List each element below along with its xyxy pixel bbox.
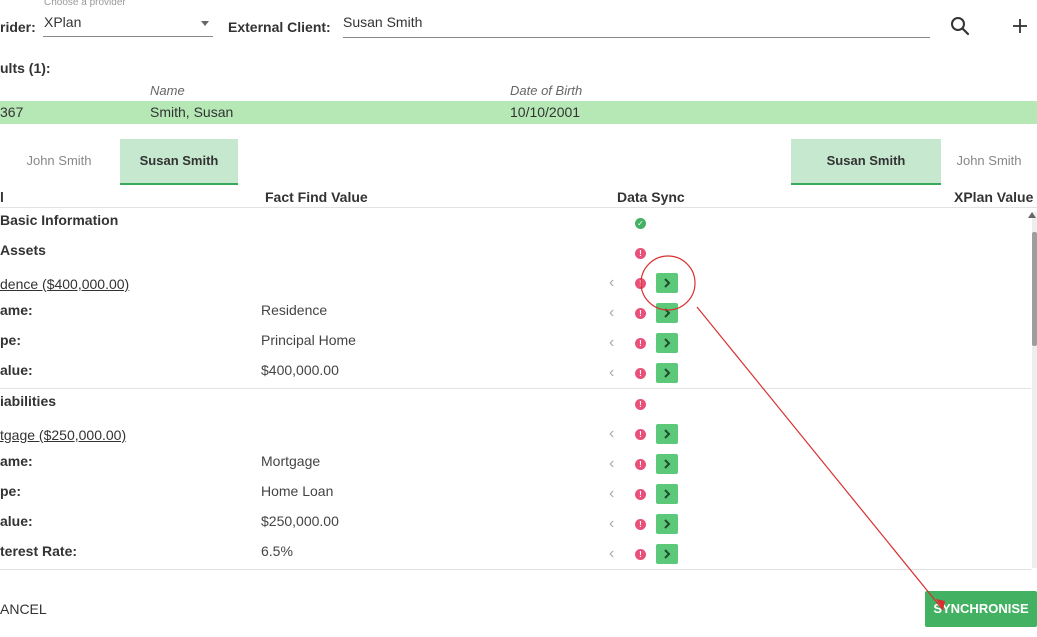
results-title: ults (1): — [0, 60, 51, 76]
sync-right-button[interactable] — [656, 273, 678, 293]
sync-right-button[interactable] — [656, 333, 678, 353]
chevron-down-icon — [201, 21, 209, 26]
external-client-label: External Client: — [228, 19, 331, 35]
status-ok-icon: ✓ — [635, 218, 646, 229]
synchronise-button[interactable]: SYNCHRONISE — [925, 591, 1037, 627]
results-col-name: Name — [150, 83, 185, 98]
field-label-name: ame: — [0, 302, 33, 318]
section-divider — [0, 388, 1031, 389]
chevron-left-icon[interactable]: ‹ — [609, 516, 614, 532]
provider-value: XPlan — [44, 14, 82, 30]
chevron-left-icon[interactable]: ‹ — [609, 426, 614, 442]
col-fact-find-value: Fact Find Value — [265, 189, 368, 205]
sync-right-button[interactable] — [656, 363, 678, 383]
field-value-name: Mortgage — [261, 453, 321, 469]
scrollbar-thumb[interactable] — [1032, 232, 1037, 346]
table-header-divider — [0, 207, 1037, 208]
status-error-icon: ! — [635, 248, 646, 259]
section-basic-information: Basic Information — [0, 212, 119, 228]
chevron-left-icon[interactable]: ‹ — [609, 546, 614, 562]
asset-link-residence[interactable]: dence ($400,000.00) — [0, 276, 129, 292]
tab-right-susan-smith[interactable]: Susan Smith — [791, 139, 941, 185]
tab-right-john-smith[interactable]: John Smith — [941, 139, 1037, 183]
status-error-icon: ! — [635, 278, 646, 289]
sync-right-button[interactable] — [656, 424, 678, 444]
col-xplan-value: XPlan Value — [954, 189, 1034, 205]
field-label-value: alue: — [0, 513, 33, 529]
results-col-dob: Date of Birth — [510, 83, 583, 98]
field-value-type: Principal Home — [261, 332, 356, 348]
chevron-left-icon[interactable]: ‹ — [609, 335, 614, 351]
search-icon[interactable] — [950, 16, 970, 36]
sync-right-button[interactable] — [656, 544, 678, 564]
chevron-left-icon[interactable]: ‹ — [609, 486, 614, 502]
field-value-value: $400,000.00 — [261, 362, 339, 378]
field-label-interest-rate: terest Rate: — [0, 543, 78, 559]
field-label-name: ame: — [0, 453, 33, 469]
annotation-arrow — [696, 306, 944, 611]
chevron-left-icon[interactable]: ‹ — [609, 365, 614, 381]
field-value-interest-rate: 6.5% — [261, 543, 293, 559]
col-data-sync: Data Sync — [617, 189, 685, 205]
status-error-icon: ! — [635, 549, 646, 560]
provider-label: rider: — [0, 19, 36, 35]
tab-left-susan-smith[interactable]: Susan Smith — [120, 139, 238, 185]
cancel-button[interactable]: ANCEL — [0, 601, 47, 617]
field-value-type: Home Loan — [261, 483, 334, 499]
results-row[interactable]: 367 Smith, Susan 10/10/2001 — [0, 101, 1037, 124]
external-client-input[interactable]: Susan Smith — [343, 10, 930, 38]
status-error-icon: ! — [635, 519, 646, 530]
results-row-id: 367 — [0, 104, 24, 120]
chevron-left-icon[interactable]: ‹ — [609, 275, 614, 291]
field-value-value: $250,000.00 — [261, 513, 339, 529]
col-field: l — [0, 189, 4, 205]
external-client-value: Susan Smith — [343, 14, 423, 30]
results-row-name: Smith, Susan — [150, 104, 234, 120]
chevron-left-icon[interactable]: ‹ — [609, 456, 614, 472]
status-error-icon: ! — [635, 459, 646, 470]
field-label-type: pe: — [0, 483, 21, 499]
chevron-left-icon[interactable]: ‹ — [609, 305, 614, 321]
status-error-icon: ! — [635, 368, 646, 379]
status-error-icon: ! — [635, 399, 646, 410]
status-error-icon: ! — [635, 338, 646, 349]
status-error-icon: ! — [635, 489, 646, 500]
sync-right-button[interactable] — [656, 484, 678, 504]
provider-hint: Choose a provider — [44, 0, 126, 8]
status-error-icon: ! — [635, 308, 646, 319]
field-label-type: pe: — [0, 332, 21, 348]
tab-left-john-smith[interactable]: John Smith — [0, 139, 118, 183]
sync-right-button[interactable] — [656, 514, 678, 534]
field-label-value: alue: — [0, 362, 33, 378]
field-value-name: Residence — [261, 302, 328, 318]
results-row-dob: 10/10/2001 — [510, 104, 581, 120]
table-bottom-divider — [0, 569, 1031, 570]
sync-right-button[interactable] — [656, 454, 678, 474]
status-error-icon: ! — [635, 429, 646, 440]
liability-link-mortgage[interactable]: tgage ($250,000.00) — [0, 427, 126, 443]
sync-right-button[interactable] — [656, 303, 678, 323]
scroll-up-icon[interactable] — [1028, 212, 1036, 218]
provider-select[interactable]: XPlan — [43, 10, 213, 37]
section-assets: Assets — [0, 242, 46, 258]
section-liabilities: iabilities — [0, 393, 57, 409]
plus-icon[interactable] — [1011, 17, 1029, 35]
